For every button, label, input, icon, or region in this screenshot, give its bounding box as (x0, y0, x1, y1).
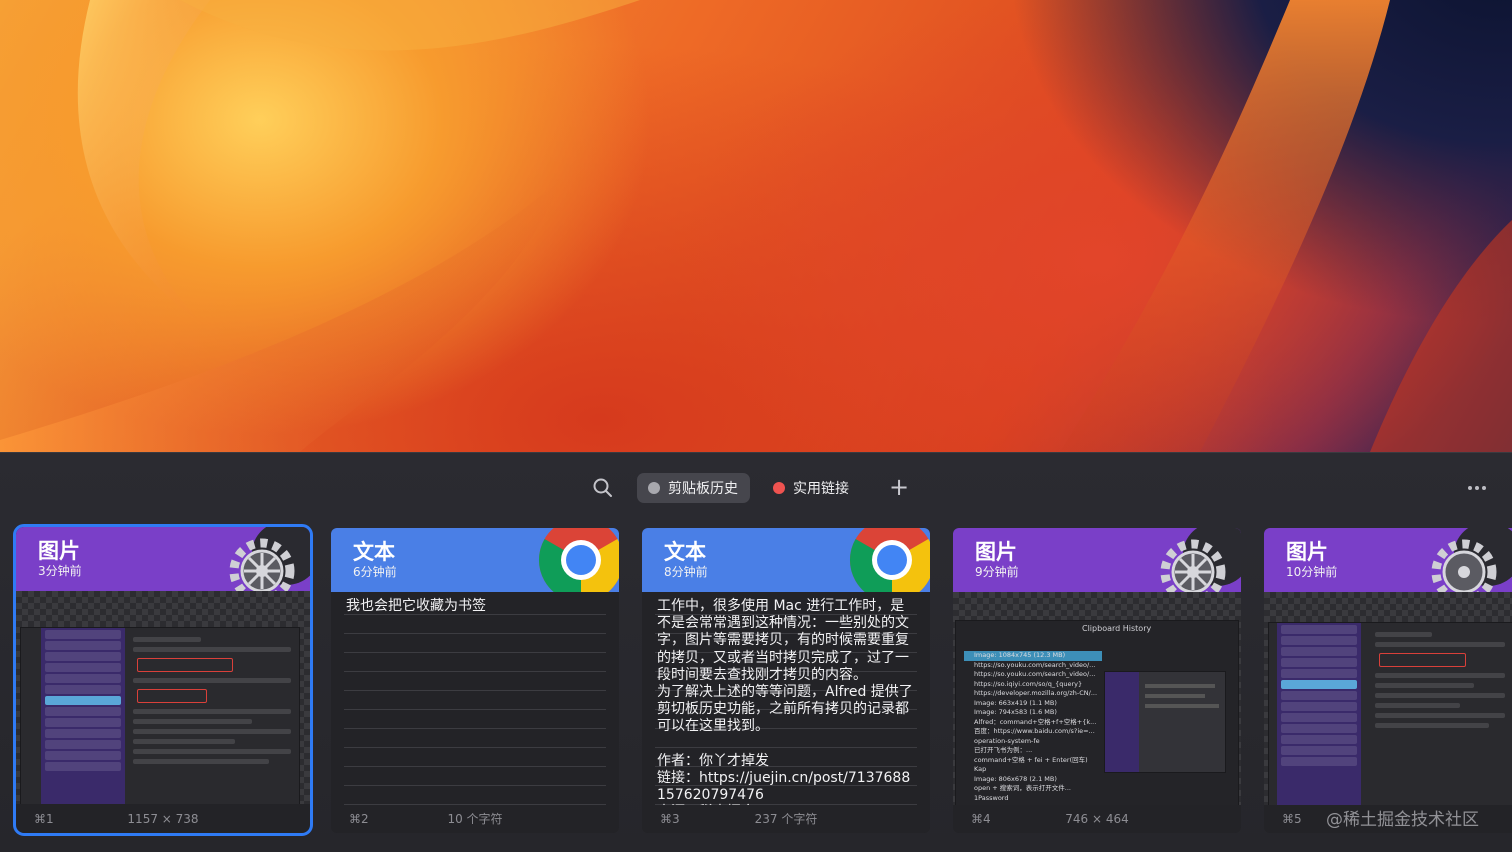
card-time: 8分钟前 (664, 565, 708, 579)
alfred-gear-icon (1426, 528, 1512, 605)
card-time: 3分钟前 (38, 564, 82, 578)
alfred-gear-icon (224, 527, 310, 604)
text-preview: 工作中，很多使用 Mac 进行工作时，是不是会常常遇到这种情况：一些别处的文字，… (642, 592, 930, 805)
card-meta: 746 × 464 (1065, 812, 1129, 826)
card-meta: 237 个字符 (754, 812, 818, 826)
preview-list-item: Image: 794x583 (1.6 MB) (974, 708, 1057, 716)
card-footer: 10 个字符 ⌘2 (331, 805, 619, 833)
card-shortcut: ⌘5 (1282, 812, 1302, 826)
tab-clipboard-history[interactable]: 剪贴板历史 (637, 473, 750, 503)
card-type: 文本 (664, 540, 706, 564)
screenshot-thumbnail: Clipboard History Image: 1084x745 (12.3 … (955, 620, 1239, 805)
screenshot-thumbnail (1268, 622, 1512, 805)
preview-list-item: 已打开飞书为例：... (974, 746, 1033, 754)
card-time: 9分钟前 (975, 565, 1019, 579)
image-preview (1264, 592, 1512, 805)
card-shortcut: ⌘4 (971, 812, 991, 826)
preview-list-item: Kap (974, 765, 987, 773)
tab-dot-icon (773, 482, 785, 494)
card-header: 文本 6分钟前 (331, 528, 619, 602)
clip-text: 工作中，很多使用 Mac 进行工作时，是不是会常常遇到这种情况：一些别处的文字，… (657, 598, 913, 805)
alfred-gear-icon (1155, 528, 1241, 605)
clip-text: 我也会把它收藏为书签 (346, 598, 486, 614)
card-header: 文本 8分钟前 (642, 528, 930, 602)
card-meta: 1157 × 738 (127, 812, 199, 826)
image-preview: Clipboard History Image: 1084x745 (12.3 … (953, 592, 1241, 805)
preview-list-item: Image: 1084x745 (12.3 MB) (964, 651, 1102, 661)
watermark: @稀土掘金技术社区 (1326, 810, 1479, 830)
chrome-icon (844, 528, 930, 602)
card-type: 图片 (1286, 540, 1328, 564)
card-shortcut: ⌘2 (349, 812, 369, 826)
preview-list-item: 1Password (974, 793, 1009, 802)
desktop-wallpaper (0, 0, 1512, 452)
card-time: 6分钟前 (353, 565, 397, 579)
tab-label: 实用链接 (793, 481, 849, 497)
card-shortcut: ⌘3 (660, 812, 680, 826)
ruled-lines (344, 592, 606, 805)
clip-card[interactable]: 文本 8分钟前 工作中，很多使用 Mac 进行工作时，是不是会常常遇到这种情况：… (642, 528, 930, 833)
card-footer: 746 × 464 ⌘4 (953, 805, 1241, 833)
clip-card[interactable]: 图片 3分钟前 1157 × 738 ⌘1 (13, 524, 313, 836)
preview-list-item: Image: 806x678 (2.1 MB) (974, 774, 1057, 783)
clip-card[interactable]: 图片 9分钟前 Clipboard History Image: 1084x74… (953, 528, 1241, 833)
card-type: 图片 (38, 539, 80, 563)
card-header: 图片 3分钟前 (16, 527, 310, 604)
preview-list-item: Alfred：command+空格+f+空格+{k... (974, 717, 1097, 726)
preview-list-item: command+空格 + fei + Enter(回车) (974, 755, 1088, 764)
more-options-icon[interactable] (1462, 477, 1492, 499)
preview-list-item: Image: 663x419 (1.1 MB) (974, 698, 1057, 707)
tab-useful-links[interactable]: 实用链接 (762, 473, 861, 503)
clip-card[interactable]: 图片 10分钟前 ⌘5 (1264, 528, 1512, 833)
preview-list-item: https://developer.mozilla.org/zh-CN/... (974, 689, 1098, 697)
chrome-icon (533, 528, 619, 602)
preview-list: Image: 1084x745 (12.3 MB) https://so.youk… (964, 651, 1102, 803)
text-preview: 我也会把它收藏为书签 (331, 592, 619, 805)
preview-list-item: 百度：https://www.baidu.com/s?ie=... (974, 727, 1095, 735)
card-footer: 237 个字符 ⌘3 (642, 805, 930, 833)
preview-list-item: https://so.iqiyi.com/so/q_{query} (974, 679, 1083, 688)
card-time: 10分钟前 (1286, 565, 1338, 579)
preview-list-item: operation-system-fe (974, 736, 1040, 745)
add-tab-button[interactable]: + (886, 475, 912, 501)
card-meta: 10 个字符 (447, 812, 503, 826)
card-header: 图片 9分钟前 (953, 528, 1241, 605)
screenshot-thumbnail (20, 627, 300, 804)
image-preview (16, 591, 310, 804)
search-icon[interactable] (590, 475, 616, 501)
tab-dot-icon (648, 482, 660, 494)
card-type: 图片 (975, 540, 1017, 564)
clipboard-panel: 剪贴板历史 实用链接 + 图片 3分钟前 1157 × 738 ⌘1 文本 6分… (0, 452, 1512, 852)
card-header: 图片 10分钟前 (1264, 528, 1512, 605)
preview-list-item: https://so.youku.com/search_video/... (974, 660, 1096, 669)
preview-list-item: open + 搜索词，表示打开文件... (974, 784, 1071, 792)
preview-list-item: https://so.youku.com/search_video/... (974, 670, 1096, 678)
clip-card[interactable]: 文本 6分钟前 我也会把它收藏为书签 10 个字符 ⌘2 (331, 528, 619, 833)
preview-title: Clipboard History (1082, 624, 1152, 633)
card-type: 文本 (353, 540, 395, 564)
tab-label: 剪贴板历史 (668, 481, 738, 497)
card-shortcut: ⌘1 (34, 812, 54, 826)
card-footer: 1157 × 738 ⌘1 (16, 805, 310, 833)
toolbar: 剪贴板历史 实用链接 + (0, 471, 1512, 505)
